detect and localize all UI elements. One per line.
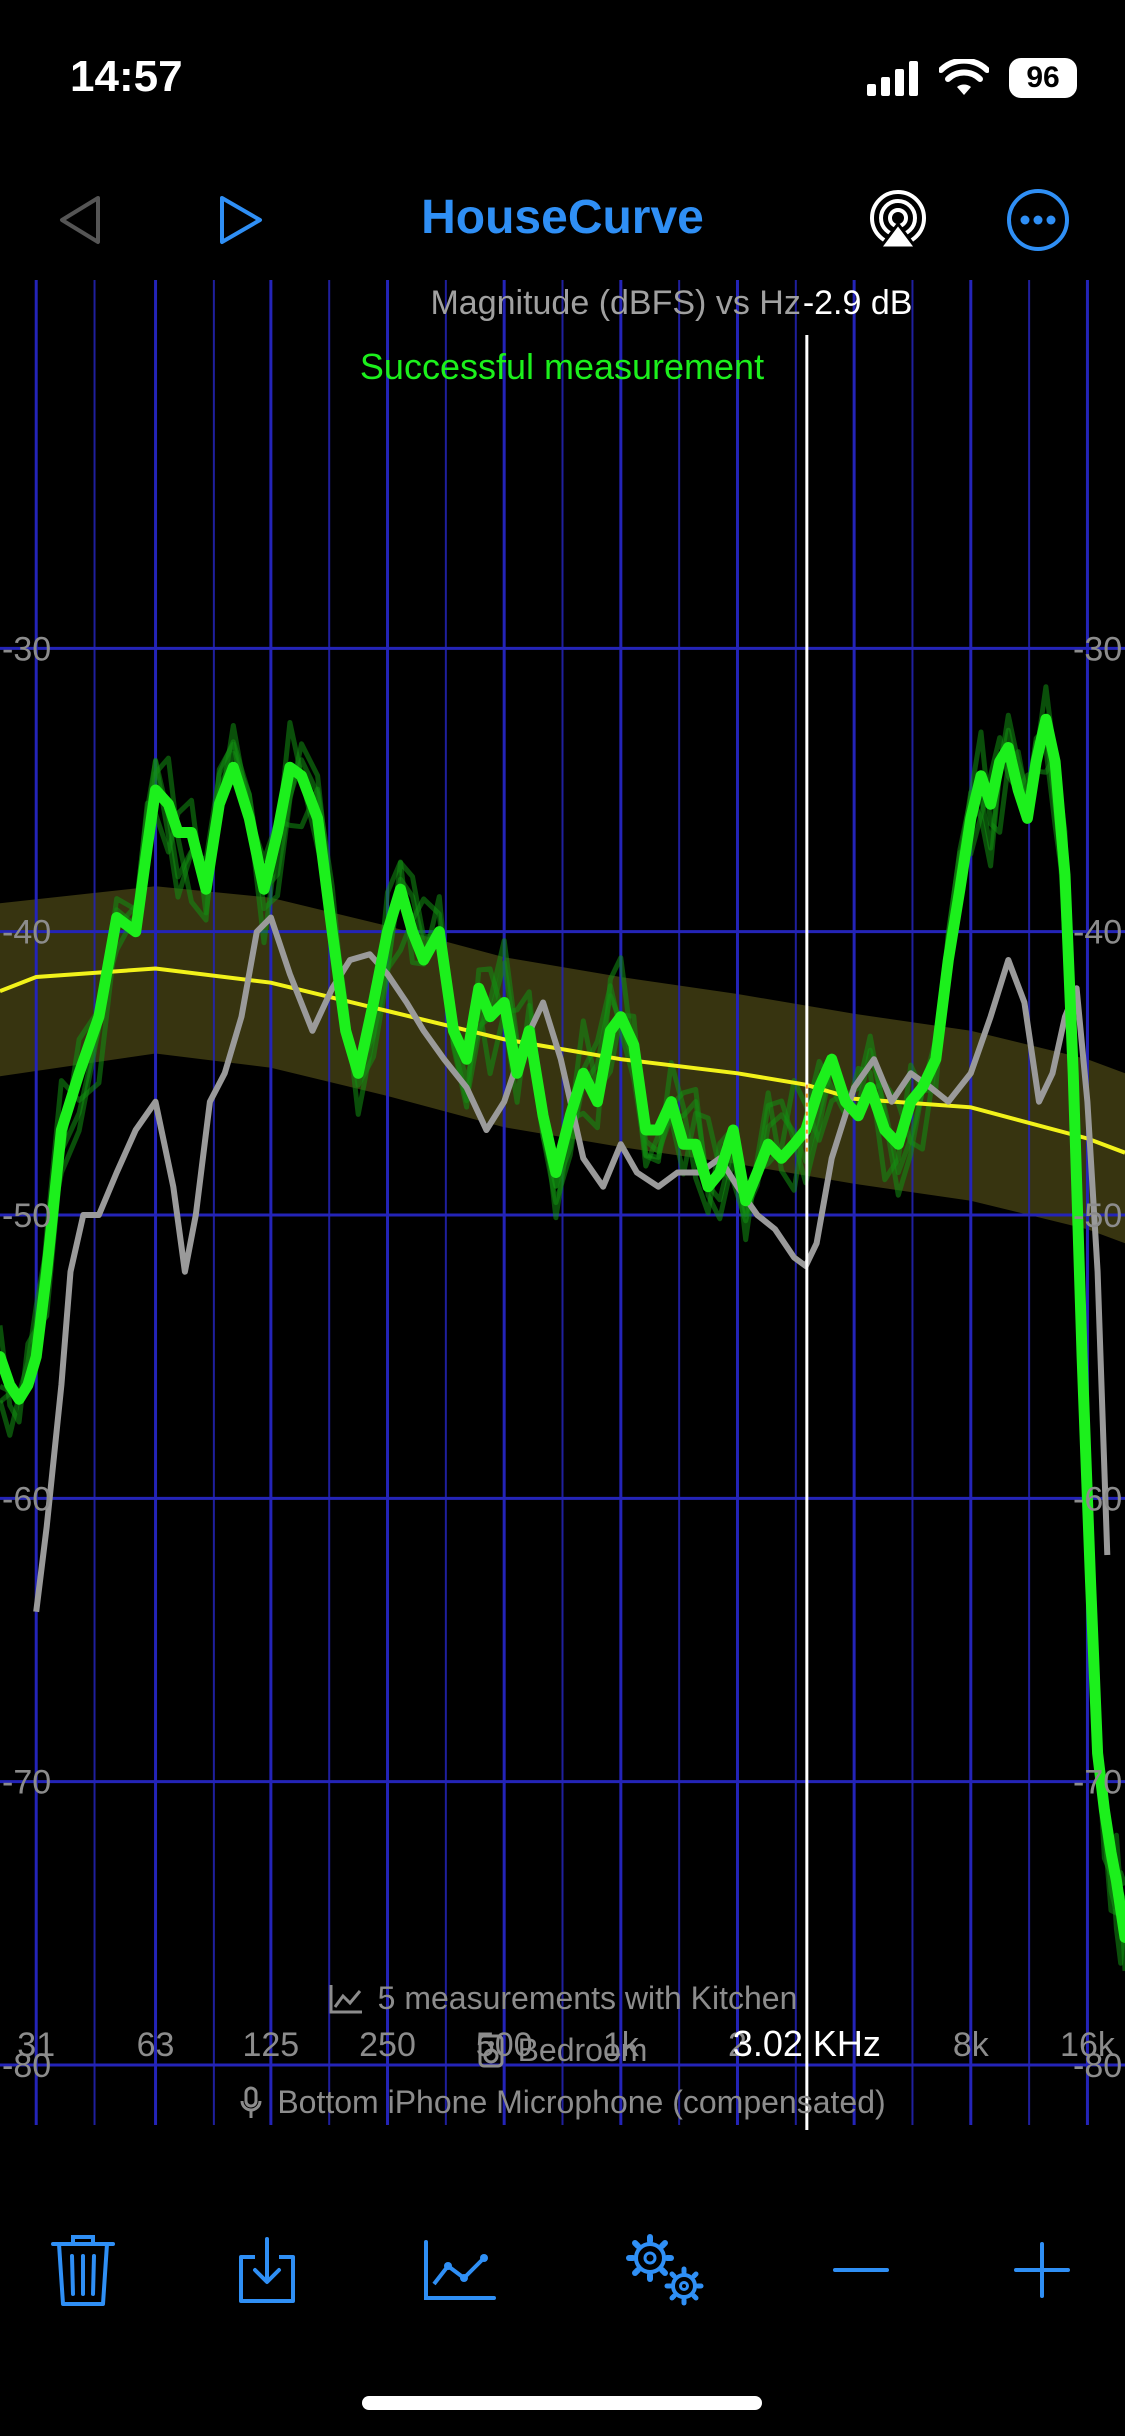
status-bar: 14:57 96 bbox=[0, 0, 1125, 150]
status-message: Successful measurement bbox=[360, 346, 764, 387]
trash-icon bbox=[51, 2235, 115, 2306]
y-tick-label-left: -50 bbox=[2, 1197, 51, 1235]
measurements-info: 5 measurements with Kitchen bbox=[0, 1980, 1125, 2017]
settings-button[interactable] bbox=[610, 2215, 720, 2325]
microphone-info: Bottom iPhone Microphone (compensated) bbox=[0, 2084, 1125, 2121]
line-chart-icon bbox=[424, 2240, 496, 2300]
microphone-icon bbox=[240, 2086, 262, 2118]
cellular-signal-icon bbox=[867, 61, 918, 96]
bottom-toolbar bbox=[0, 2215, 1125, 2325]
y-tick-label-right: -30 bbox=[1073, 630, 1122, 668]
navigation-bar: HouseCurve bbox=[0, 170, 1125, 270]
status-icons: 96 bbox=[867, 56, 1077, 100]
airplay-icon bbox=[870, 190, 926, 250]
status-time: 14:57 bbox=[70, 52, 183, 101]
more-button[interactable] bbox=[998, 180, 1078, 260]
zoom-in-button[interactable] bbox=[987, 2215, 1097, 2325]
line-chart-small-icon bbox=[329, 1984, 362, 2013]
battery-indicator: 96 bbox=[1009, 58, 1077, 98]
chart-title: Magnitude (dBFS) vs Hz bbox=[430, 284, 800, 322]
minus-icon bbox=[833, 2268, 889, 2272]
cursor-value-label: -2.9 dB bbox=[803, 284, 913, 322]
plus-icon bbox=[1014, 2242, 1070, 2298]
chart-options-button[interactable] bbox=[404, 2215, 514, 2325]
home-indicator[interactable] bbox=[362, 2396, 762, 2410]
wifi-icon bbox=[939, 59, 989, 95]
chart-svg[interactable]: Magnitude (dBFS) vs Hz -2.9 dB Successful … bbox=[0, 280, 1125, 2150]
measurements-text: 5 measurements with Kitchen bbox=[377, 1980, 798, 2016]
app-title: HouseCurve bbox=[421, 191, 704, 244]
airplay-button[interactable] bbox=[858, 180, 938, 260]
speaker-icon bbox=[478, 2034, 504, 2067]
y-tick-label-left: -70 bbox=[2, 1764, 51, 1802]
room-info: Bedroom bbox=[0, 2032, 1125, 2069]
y-tick-label-left: -60 bbox=[2, 1480, 51, 1518]
gears-icon bbox=[626, 2234, 704, 2306]
y-tick-label-left: -40 bbox=[2, 914, 51, 952]
y-tick-label-left: -30 bbox=[2, 630, 51, 668]
y-tick-label-right: -40 bbox=[1073, 914, 1122, 952]
microphone-text: Bottom iPhone Microphone (compensated) bbox=[277, 2084, 886, 2120]
export-button[interactable] bbox=[212, 2215, 322, 2325]
delete-button[interactable] bbox=[28, 2215, 138, 2325]
magnitude-chart[interactable]: Magnitude (dBFS) vs Hz -2.9 dB Successful … bbox=[0, 280, 1125, 2150]
ellipsis-circle-icon bbox=[1007, 189, 1069, 251]
zoom-out-button[interactable] bbox=[806, 2215, 916, 2325]
room-text: Bedroom bbox=[517, 2032, 648, 2068]
download-icon bbox=[239, 2237, 295, 2303]
y-tick-label-right: -70 bbox=[1073, 1764, 1122, 1802]
y-tick-label-right: -60 bbox=[1073, 1480, 1122, 1518]
y-tick-label-right: -50 bbox=[1073, 1197, 1122, 1235]
